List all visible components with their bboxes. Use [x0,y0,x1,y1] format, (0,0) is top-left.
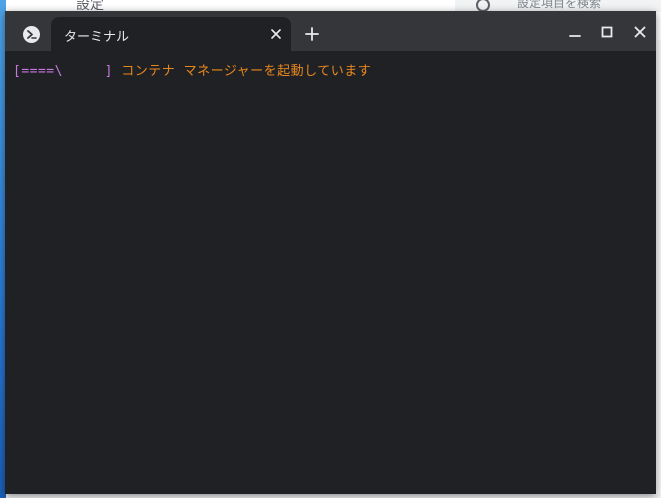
minimize-icon[interactable] [566,23,584,41]
settings-bottom-panel [0,494,661,498]
terminal-output-line: [====\ ] コンテナ マネージャーを起動しています [13,60,371,79]
progress-indicator: [====\ ] [13,64,113,79]
new-tab-plus-icon[interactable] [303,25,321,43]
status-message: コンテナ マネージャーを起動しています [112,64,372,79]
settings-side-panel [657,40,661,498]
tab-title: ターミナル [64,30,130,45]
terminal-titlebar[interactable]: ターミナル [5,11,656,51]
maximize-icon[interactable] [598,23,616,41]
terminal-app-icon[interactable] [23,26,40,43]
settings-search-placeholder: 設定項目を検索 [517,0,602,10]
window-close-icon[interactable] [631,23,649,41]
tab-terminal[interactable]: ターミナル [51,17,291,51]
terminal-output-area[interactable]: [====\ ] コンテナ マネージャーを起動しています [5,51,656,494]
terminal-window: ターミナル [====\] コンテナ マネージャーを起動しています [5,11,656,494]
tab-close-icon[interactable] [269,27,283,41]
